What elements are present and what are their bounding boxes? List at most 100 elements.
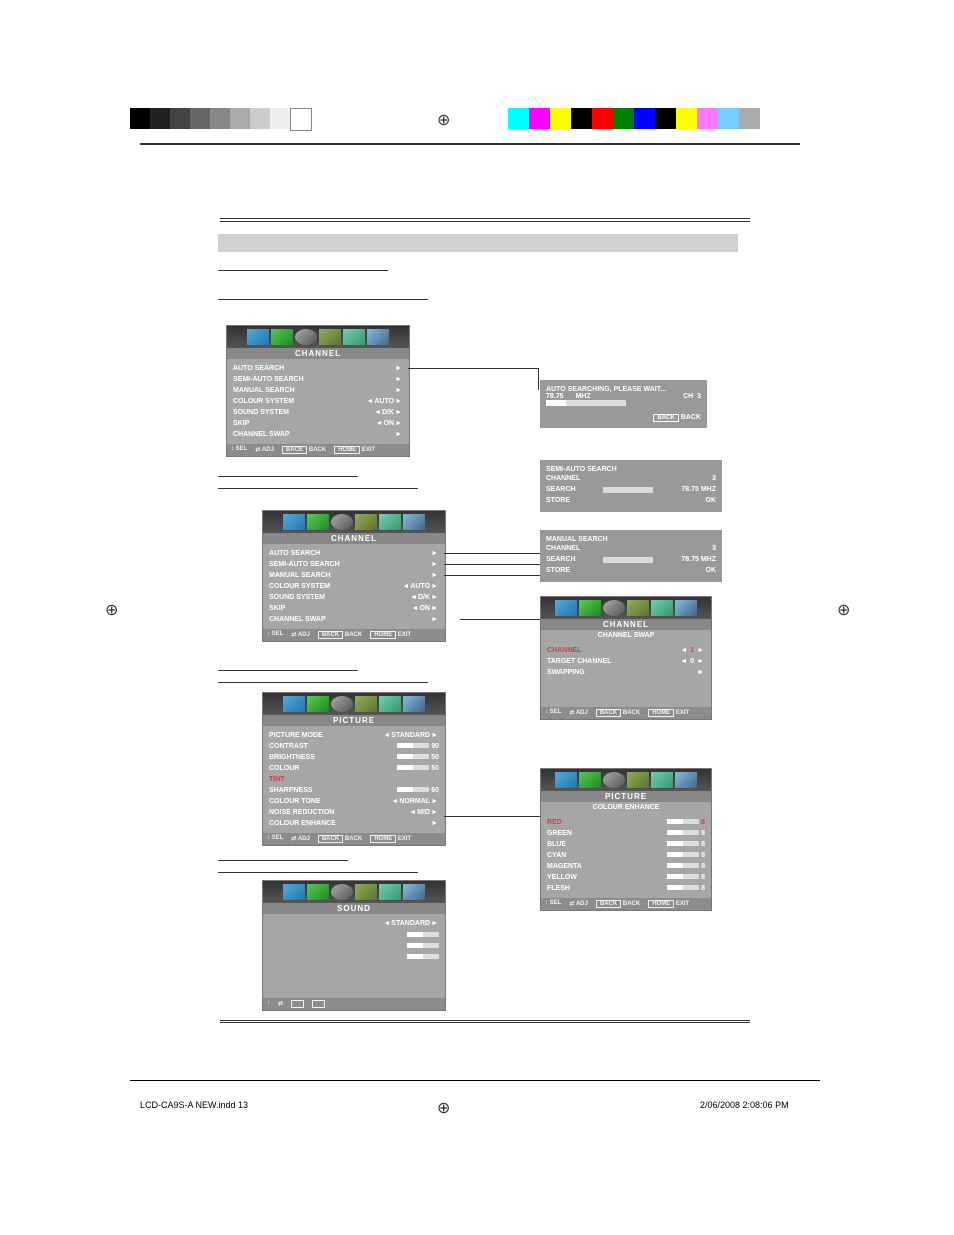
registration-mark-icon: ⊕: [437, 110, 450, 130]
sound-tab-icon[interactable]: [331, 884, 353, 900]
osd-title: PICTURE: [263, 715, 445, 726]
time-tab-icon[interactable]: [627, 772, 649, 788]
sharpness[interactable]: SHARPNESS 60: [269, 785, 439, 796]
manual-search-popup: MANUAL SEARCH CHANNEL3 SEARCH78.75 MHZ S…: [540, 530, 722, 582]
option-tab-icon[interactable]: [379, 884, 401, 900]
osd-title: CHANNEL: [263, 533, 445, 544]
connector-line: [444, 564, 540, 565]
picture-tab-icon[interactable]: [579, 772, 601, 788]
sound-osd-menu[interactable]: SOUND ◄STANDARD► ↕⇄: [262, 880, 446, 1011]
channel-osd-menu[interactable]: CHANNEL AUTO SEARCH► SEMI-AUTO SEARCH► M…: [226, 325, 410, 457]
picture-tab-icon[interactable]: [307, 884, 329, 900]
row-search[interactable]: SEARCH78.75 MHZ: [546, 484, 716, 495]
option-tab-icon[interactable]: [651, 600, 673, 616]
menu-item-channel-swap[interactable]: CHANNEL SWAP►: [233, 429, 403, 440]
enhance-magenta[interactable]: MAGENTA 8: [547, 861, 705, 872]
menu-item-semi-auto[interactable]: SEMI-AUTO SEARCH►: [269, 559, 439, 570]
sound-tab-icon[interactable]: [603, 772, 625, 788]
enhance-blue[interactable]: BLUE 8: [547, 839, 705, 850]
enhance-green[interactable]: GREEN 8: [547, 828, 705, 839]
option-tab-icon[interactable]: [379, 696, 401, 712]
menu-item-auto-search[interactable]: AUTO SEARCH►: [269, 548, 439, 559]
picture-tab-icon[interactable]: [307, 696, 329, 712]
row-channel[interactable]: CHANNEL3: [546, 473, 716, 484]
registration-mark-icon: ⊕: [837, 600, 850, 620]
row-channel[interactable]: CHANNEL3: [546, 543, 716, 554]
channel-tab-icon[interactable]: [247, 329, 269, 345]
channel-osd-menu-2[interactable]: CHANNEL AUTO SEARCH► SEMI-AUTO SEARCH► M…: [262, 510, 446, 642]
connector-line: [538, 368, 539, 390]
time-tab-icon[interactable]: [355, 696, 377, 712]
channel-tab-icon[interactable]: [283, 696, 305, 712]
menu-item-colour-system[interactable]: COLOUR SYSTEM◄AUTO►: [233, 396, 403, 407]
menu-item-manual[interactable]: MANUAL SEARCH►: [269, 570, 439, 581]
enhance-yellow[interactable]: YELLOW 8: [547, 872, 705, 883]
channel-swap-osd[interactable]: CHANNEL CHANNEL SWAP CHANNEL◄ 1 ► TARGET…: [540, 596, 712, 720]
sound-slider-1[interactable]: [269, 929, 439, 940]
sound-tab-icon[interactable]: [295, 329, 317, 345]
osd-footer: ↕ SEL⇄ ADJBACK BACKHOME EXIT: [541, 898, 711, 910]
swap-row-channel[interactable]: CHANNEL◄ 1 ►: [547, 645, 705, 656]
sound-mode[interactable]: ◄STANDARD►: [269, 918, 439, 929]
noise-reduction[interactable]: NOISE REDUCTION◄MID►: [269, 807, 439, 818]
menu-item-colour-system[interactable]: COLOUR SYSTEM◄AUTO►: [269, 581, 439, 592]
colour-tone[interactable]: COLOUR TONE◄NORMAL►: [269, 796, 439, 807]
menu-item-semi-auto[interactable]: SEMI-AUTO SEARCH►: [233, 374, 403, 385]
enhance-red[interactable]: RED 8: [547, 817, 705, 828]
lock-tab-icon[interactable]: [367, 329, 389, 345]
sound-tab-icon[interactable]: [331, 514, 353, 530]
osd-title: SOUND: [263, 903, 445, 914]
picture-tab-icon[interactable]: [271, 329, 293, 345]
color-swatches: [508, 108, 760, 129]
sound-tab-icon[interactable]: [603, 600, 625, 616]
connector-line: [444, 575, 540, 576]
channel-tab-icon[interactable]: [283, 884, 305, 900]
underline-text: [218, 850, 348, 861]
menu-item-manual[interactable]: MANUAL SEARCH►: [233, 385, 403, 396]
lock-tab-icon[interactable]: [675, 600, 697, 616]
enhance-cyan[interactable]: CYAN 8: [547, 850, 705, 861]
lock-tab-icon[interactable]: [403, 696, 425, 712]
swap-row-target[interactable]: TARGET CHANNEL◄ 0 ►: [547, 656, 705, 667]
lock-tab-icon[interactable]: [675, 772, 697, 788]
option-tab-icon[interactable]: [651, 772, 673, 788]
channel-tab-icon[interactable]: [283, 514, 305, 530]
swap-row-swapping[interactable]: SWAPPING►: [547, 667, 705, 678]
sound-slider-2[interactable]: [269, 940, 439, 951]
contrast[interactable]: CONTRAST 90: [269, 741, 439, 752]
colour-enhance[interactable]: COLOUR ENHANCE►: [269, 818, 439, 829]
lock-tab-icon[interactable]: [403, 884, 425, 900]
option-tab-icon[interactable]: [343, 329, 365, 345]
lock-tab-icon[interactable]: [403, 514, 425, 530]
menu-item-sound-system[interactable]: SOUND SYSTEM◄D/K►: [233, 407, 403, 418]
grayscale-swatches: [130, 108, 312, 131]
sound-slider-3[interactable]: [269, 951, 439, 962]
row-store[interactable]: STOREOK: [546, 495, 716, 506]
picture-mode[interactable]: PICTURE MODE◄STANDARD►: [269, 730, 439, 741]
row-store[interactable]: STOREOK: [546, 565, 716, 576]
menu-item-channel-swap[interactable]: CHANNEL SWAP►: [269, 614, 439, 625]
underline-text: [218, 672, 428, 683]
back-button[interactable]: BACK: [653, 414, 678, 422]
row-search[interactable]: SEARCH78.75 MHZ: [546, 554, 716, 565]
osd-footer: ↕⇄: [263, 998, 445, 1010]
enhance-flesh[interactable]: FLESH 8: [547, 883, 705, 894]
picture-osd-menu[interactable]: PICTURE PICTURE MODE◄STANDARD► CONTRAST …: [262, 692, 446, 846]
time-tab-icon[interactable]: [355, 884, 377, 900]
channel-tab-icon[interactable]: [555, 600, 577, 616]
option-tab-icon[interactable]: [379, 514, 401, 530]
menu-item-sound-system[interactable]: SOUND SYSTEM◄D/K►: [269, 592, 439, 603]
time-tab-icon[interactable]: [319, 329, 341, 345]
time-tab-icon[interactable]: [355, 514, 377, 530]
menu-item-skip[interactable]: SKIP◄ON►: [269, 603, 439, 614]
picture-tab-icon[interactable]: [307, 514, 329, 530]
sound-tab-icon[interactable]: [331, 696, 353, 712]
time-tab-icon[interactable]: [627, 600, 649, 616]
menu-item-auto-search[interactable]: AUTO SEARCH►: [233, 363, 403, 374]
menu-item-skip[interactable]: SKIP◄ON►: [233, 418, 403, 429]
brightness[interactable]: BRIGHTNESS 50: [269, 752, 439, 763]
channel-tab-icon[interactable]: [555, 772, 577, 788]
colour[interactable]: COLOUR 50: [269, 763, 439, 774]
colour-enhance-osd[interactable]: PICTURE COLOUR ENHANCE RED 8 GREEN 8 BLU…: [540, 768, 712, 911]
picture-tab-icon[interactable]: [579, 600, 601, 616]
